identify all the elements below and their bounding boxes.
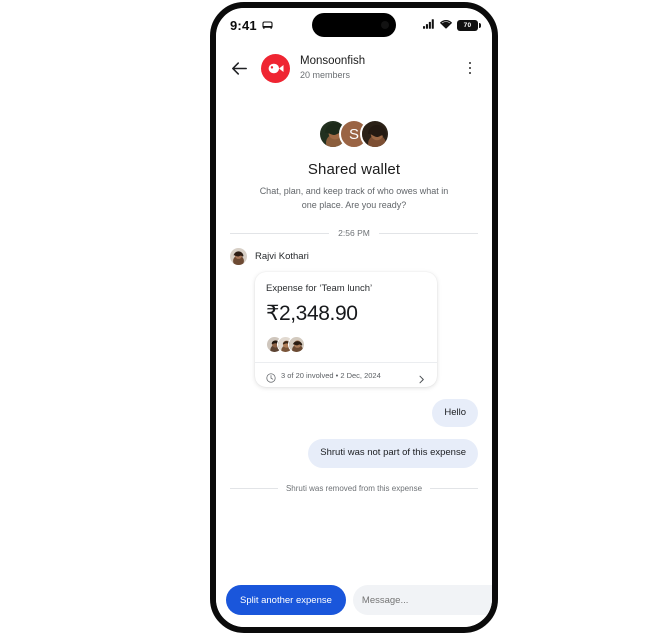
message-bubble[interactable]: Hello <box>432 399 478 428</box>
message-row: Hello <box>230 399 478 428</box>
status-bar-right: 70 <box>423 16 481 34</box>
expense-card-wrapper: Expense for ‘Team lunch’ ₹2,348.90 3 of … <box>230 272 478 387</box>
more-vertical-icon <box>468 61 472 65</box>
battery-indicator: 70 <box>457 19 481 31</box>
chat-scroll-area[interactable]: S Shared wallet Chat, plan, and keep tra… <box>216 94 492 579</box>
divider-line-left <box>230 487 278 489</box>
rajvi-avatar <box>230 248 247 265</box>
header-text-block: Monsoonfish 20 members <box>300 54 451 81</box>
message-sender-row: Rajvi Kothari <box>230 248 478 265</box>
more-vertical-icon <box>468 71 472 75</box>
timestamp-label: 2:56 PM <box>338 228 370 238</box>
expense-participant-avatars <box>266 335 426 353</box>
message-sender-name: Rajvi Kothari <box>255 251 309 262</box>
system-event-divider: Shruti was removed from this expense <box>230 484 478 493</box>
participant-3 <box>288 335 305 353</box>
expense-meta: 3 of 20 involved • 2 Dec, 2024 <box>281 370 381 380</box>
message-row: Shruti was not part of this expense <box>230 439 478 468</box>
dynamic-island <box>312 13 396 37</box>
expense-card[interactable]: Expense for ‘Team lunch’ ₹2,348.90 3 of … <box>255 272 437 387</box>
timestamp-divider: 2:56 PM <box>230 228 478 238</box>
expense-amount: ₹2,348.90 <box>266 302 358 325</box>
status-bar: 9:41 70 <box>216 8 492 42</box>
message-bubble[interactable]: Shruti was not part of this expense <box>308 439 478 468</box>
fish-avatar-icon <box>268 63 283 73</box>
message-input[interactable] <box>361 594 492 606</box>
avatar-initial: S <box>348 125 359 143</box>
conversation-subtitle: 20 members <box>300 69 351 80</box>
phone-screen: 9:41 70 Monsoonfish 20 members S Shared … <box>216 8 492 627</box>
status-time: 9:41 <box>230 17 257 33</box>
expense-card-footer[interactable]: 3 of 20 involved • 2 Dec, 2024 <box>255 362 437 387</box>
app-header: Monsoonfish 20 members <box>216 42 492 94</box>
intro-avatar-stack: S <box>318 118 390 150</box>
message-input-field[interactable] <box>352 585 492 615</box>
more-vertical-icon <box>468 66 472 70</box>
divider-line-left <box>230 232 330 234</box>
status-bar-left: 9:41 <box>230 16 273 34</box>
cellular-signal-icon <box>423 16 435 34</box>
member-avatar-3 <box>360 119 390 149</box>
back-button[interactable] <box>227 56 251 80</box>
chevron-right-icon[interactable] <box>417 371 426 383</box>
split-another-expense-button[interactable]: Split another expense <box>226 585 346 615</box>
intro-subtitle: Chat, plan, and keep track of who owes w… <box>259 186 449 210</box>
screenshot-root: 9:41 70 Monsoonfish 20 members S Shared … <box>0 0 662 637</box>
divider-line-right <box>378 232 478 234</box>
back-arrow-icon <box>231 61 247 75</box>
system-event-label: Shruti was removed from this expense <box>285 483 423 493</box>
message-composer: Split another expense <box>216 579 492 627</box>
conversation-title: Monsoonfish <box>300 55 366 68</box>
battery-level-text: 70 <box>463 21 472 29</box>
clock-icon <box>266 370 276 383</box>
group-avatar[interactable] <box>261 53 290 83</box>
wifi-icon <box>440 16 452 34</box>
conversation-intro: S Shared wallet Chat, plan, and keep tra… <box>230 118 478 212</box>
overflow-menu-button[interactable] <box>461 56 479 80</box>
intro-title: Shared wallet <box>307 161 401 178</box>
divider-line-right <box>430 487 478 489</box>
phone-device-frame: 9:41 70 Monsoonfish 20 members S Shared … <box>210 2 498 633</box>
alarm-icon <box>262 16 273 34</box>
expense-title: Expense for ‘Team lunch’ <box>266 283 373 294</box>
